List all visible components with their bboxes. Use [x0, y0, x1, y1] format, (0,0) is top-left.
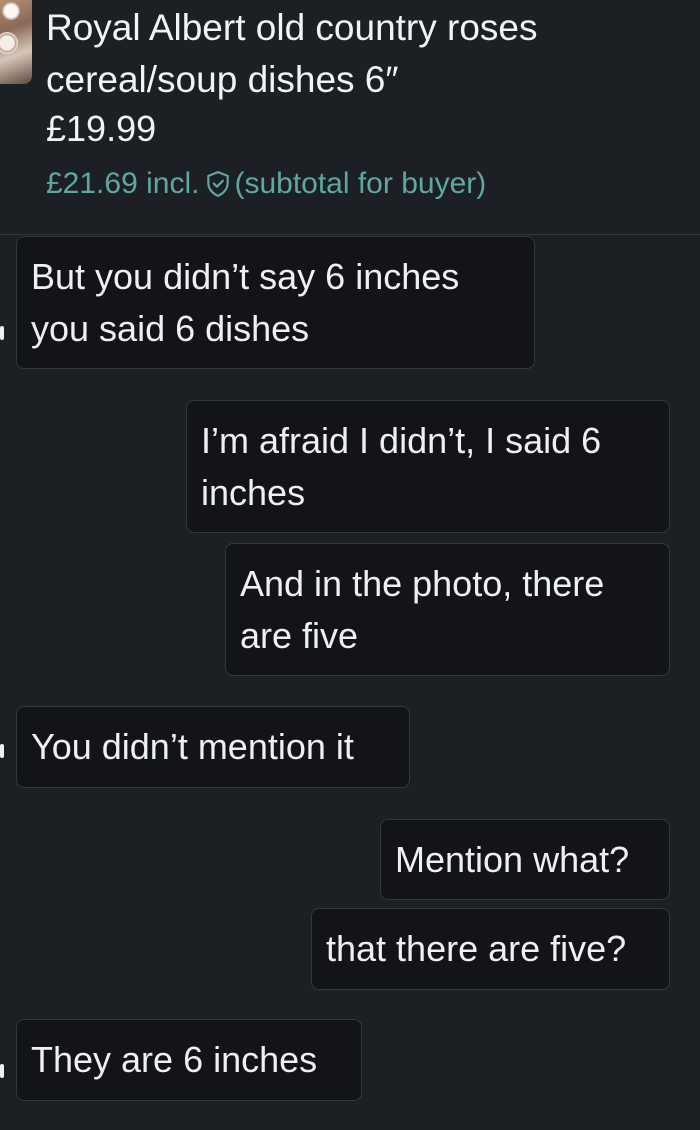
message-text: that there are five?	[326, 928, 627, 969]
message-outgoing[interactable]: that there are five?	[311, 908, 670, 990]
message-text: Mention what?	[395, 839, 630, 880]
message-outgoing[interactable]: Mention what?	[380, 819, 670, 900]
message-incoming[interactable]: They are 6 inches	[16, 1019, 362, 1101]
item-thumbnail[interactable]	[0, 0, 32, 84]
message-text: I’m afraid I didn’t, I said 6 inches	[201, 420, 602, 513]
dish-image-part	[2, 2, 20, 20]
dish-image-part	[0, 32, 18, 54]
message-incoming[interactable]: But you didn’t say 6 inches you said 6 d…	[16, 236, 535, 369]
avatar-edge	[0, 744, 4, 758]
item-title[interactable]: Royal Albert old country roses cereal/so…	[46, 2, 666, 106]
buyer-price: £21.69 incl.	[46, 167, 200, 200]
avatar-edge	[0, 1064, 4, 1078]
message-outgoing[interactable]: And in the photo, there are five	[225, 543, 670, 676]
message-incoming[interactable]: You didn’t mention it	[16, 706, 410, 788]
message-text: And in the photo, there are five	[240, 563, 605, 656]
item-header[interactable]: Royal Albert old country roses cereal/so…	[0, 0, 700, 235]
message-text: You didn’t mention it	[31, 726, 354, 767]
message-text: But you didn’t say 6 inches you said 6 d…	[31, 256, 460, 349]
avatar-edge	[0, 326, 4, 340]
message-outgoing[interactable]: I’m afraid I didn’t, I said 6 inches	[186, 400, 670, 533]
shield-check-icon[interactable]	[205, 170, 231, 198]
buyer-price-note: (subtotal for buyer)	[234, 167, 487, 200]
message-text: They are 6 inches	[31, 1039, 318, 1080]
buyer-price-row[interactable]: £21.69 incl. (subtotal for buyer)	[46, 164, 486, 204]
item-price: £19.99	[46, 108, 157, 149]
